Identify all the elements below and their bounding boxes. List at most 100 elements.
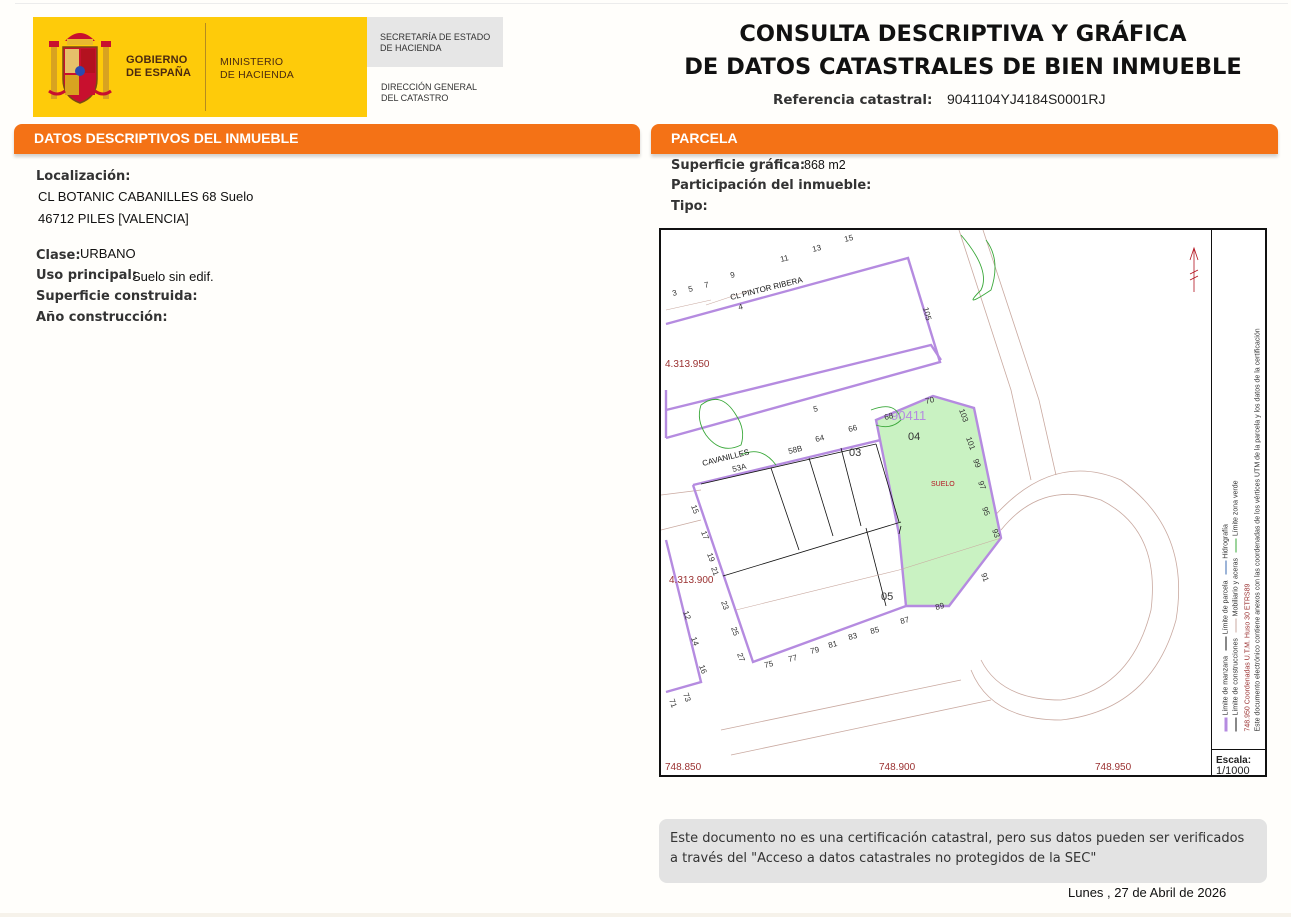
anio-construccion-label: Año construcción: xyxy=(36,310,168,325)
legend-coords-text: 748.950 Coordenadas U.T.M. Huso 30 ETRS8… xyxy=(1244,583,1252,732)
legend-text: Límite zona verde xyxy=(1232,480,1240,537)
legend-swatch xyxy=(1224,717,1228,732)
house-number-label: 64 xyxy=(814,433,825,444)
localizacion-line-2: 46712 PILES [VALENCIA] xyxy=(38,211,189,226)
uso-principal-value: Suelo sin edif. xyxy=(132,269,214,284)
legend-swatch xyxy=(1225,560,1227,575)
ref-value: 9041104YJ4184S0001RJ xyxy=(947,91,1106,107)
house-number-label: 77 xyxy=(787,653,798,664)
house-number-label: 105 xyxy=(921,306,933,322)
house-number-label: 71 xyxy=(667,698,679,710)
map-legend: Límite de manzana Límite de parcela Hidr… xyxy=(1211,230,1266,749)
coord-y-label: 4.313.900 xyxy=(669,575,714,586)
house-number-label: 19 xyxy=(705,552,717,564)
legend-text: Límite de parcela xyxy=(1222,580,1230,635)
legend-text: Hidrografía xyxy=(1222,524,1230,559)
participacion-label: Participación del inmueble: xyxy=(671,178,872,193)
clase-label: Clase: xyxy=(36,248,81,263)
title-line-1: CONSULTA DESCRIPTIVA Y GRÁFICA xyxy=(739,21,1187,47)
subparcel-label: 05 xyxy=(881,591,893,603)
banner-divider xyxy=(205,23,206,111)
coord-y-label: 4.313.950 xyxy=(665,359,710,370)
legend-text: Límite de manzana xyxy=(1222,656,1230,716)
referencia-catastral: Referencia catastral: 9041104YJ4184S0001… xyxy=(773,91,1106,108)
house-number-label: 23 xyxy=(719,600,731,612)
superficie-grafica-value: 868 m2 xyxy=(804,158,846,172)
scale-value: 1/1000 xyxy=(1216,765,1250,777)
house-number-label: 9 xyxy=(729,270,736,280)
house-number-label: 58B xyxy=(787,444,803,456)
bottom-rule xyxy=(0,913,1291,917)
government-logo-banner: GOBIERNO DE ESPAÑA MINISTERIO DE HACIEND… xyxy=(33,17,367,117)
legend-text: Límite de construcciones xyxy=(1232,638,1240,716)
house-number-label: 83 xyxy=(847,631,858,642)
house-number-label: 79 xyxy=(809,645,820,656)
subparcel-label: 03 xyxy=(849,447,861,459)
superficie-construida-label: Superficie construida: xyxy=(36,289,198,304)
house-number-label: 91 xyxy=(979,572,991,584)
top-rule xyxy=(15,3,1288,4)
legend-column-1: Límite de manzana Límite de parcela Hidr… xyxy=(1223,232,1230,732)
parcel-use-label: SUELO xyxy=(931,481,955,488)
legend-column-4: Este documento electrónico contiene anex… xyxy=(1254,232,1262,732)
clase-value: URBANO xyxy=(80,246,136,261)
house-number-label: 7 xyxy=(703,280,710,290)
legend-swatch xyxy=(1235,717,1237,732)
map-drawing: 4.313.950 4.313.900 748.850 748.900 748.… xyxy=(661,230,1199,773)
section-title: DATOS DESCRIPTIVOS DEL INMUEBLE xyxy=(34,130,299,146)
house-number-label: 5 xyxy=(812,404,819,414)
secretaria-box: SECRETARÍA DE ESTADO DE HACIENDA xyxy=(367,17,503,67)
house-number-label: 3 xyxy=(671,288,678,298)
legend-text: Mobiliario y aceras xyxy=(1232,557,1240,617)
notice-text: Este documento no es una certificación c… xyxy=(670,831,1245,866)
localizacion-line-1: CL BOTANIC CABANILLES 68 Suelo xyxy=(38,189,254,204)
house-number-label: 12 xyxy=(681,610,693,622)
section-title: PARCELA xyxy=(671,130,738,146)
house-number-label: 5 xyxy=(687,284,694,294)
direccion-general-text: DIRECCIÓN GENERAL DEL CATASTRO xyxy=(381,82,478,103)
house-number-label: 66 xyxy=(847,423,858,434)
house-number-label: 13 xyxy=(811,243,822,254)
cadastral-map: 4.313.950 4.313.900 748.850 748.900 748.… xyxy=(659,228,1267,777)
localizacion-label: Localización: xyxy=(36,169,131,184)
house-number-label: 27 xyxy=(735,652,747,664)
section-header-parcela: PARCELA xyxy=(651,124,1278,154)
ministerio-text: MINISTERIO DE HACIENDA xyxy=(220,56,294,81)
house-number-label: 11 xyxy=(779,253,790,264)
section-header-descriptivos: DATOS DESCRIPTIVOS DEL INMUEBLE xyxy=(14,124,640,154)
title-line-2: DE DATOS CATASTRALES DE BIEN INMUEBLE xyxy=(684,54,1242,80)
house-number-label: 87 xyxy=(899,615,910,626)
document-title: CONSULTA DESCRIPTIVA Y GRÁFICA DE DATOS … xyxy=(650,18,1276,84)
house-number-label: 15 xyxy=(689,504,701,516)
coord-x-label: 748.950 xyxy=(1095,762,1132,773)
coat-of-arms-icon xyxy=(48,33,112,104)
legend-column-3: 748.950 Coordenadas U.T.M. Huso 30 ETRS8… xyxy=(1245,232,1252,732)
house-number-label: 85 xyxy=(869,625,880,636)
subparcel-label: 04 xyxy=(908,431,920,443)
parcel-id-label: 90411 xyxy=(891,408,926,423)
legend-swatch xyxy=(1235,618,1237,633)
legend-swatch xyxy=(1235,538,1237,553)
map-scale-box: Escala: 1/1000 xyxy=(1211,749,1266,777)
superficie-grafica-label: Superficie gráfica: xyxy=(671,158,806,173)
house-number-label: 15 xyxy=(843,233,854,244)
notice-box: Este documento no es una certificación c… xyxy=(659,819,1267,883)
coord-x-label: 748.850 xyxy=(665,762,702,773)
house-number-label: 17 xyxy=(699,530,711,542)
uso-principal-label: Uso principal: xyxy=(36,268,138,283)
coord-x-label: 748.900 xyxy=(879,762,916,773)
legend-note-text: Este documento electrónico contiene anex… xyxy=(1254,328,1262,732)
tipo-label: Tipo: xyxy=(671,199,708,214)
house-number-label: 75 xyxy=(763,659,774,670)
document-date: Lunes , 27 de Abril de 2026 xyxy=(1068,885,1227,900)
north-arrow-icon xyxy=(1189,246,1199,292)
secretaria-text: SECRETARÍA DE ESTADO DE HACIENDA xyxy=(380,32,491,53)
legend-column-2: Límite de construcciones Mobiliario y ac… xyxy=(1233,232,1240,732)
legend-swatch xyxy=(1225,636,1227,651)
house-number-label: 81 xyxy=(827,639,838,650)
building-lines xyxy=(700,443,902,607)
house-number-label: 73 xyxy=(681,692,693,704)
gobierno-de-espana-text: GOBIERNO DE ESPAÑA xyxy=(126,54,192,79)
ref-label: Referencia catastral: xyxy=(773,92,933,108)
house-number-label: 25 xyxy=(729,626,741,638)
